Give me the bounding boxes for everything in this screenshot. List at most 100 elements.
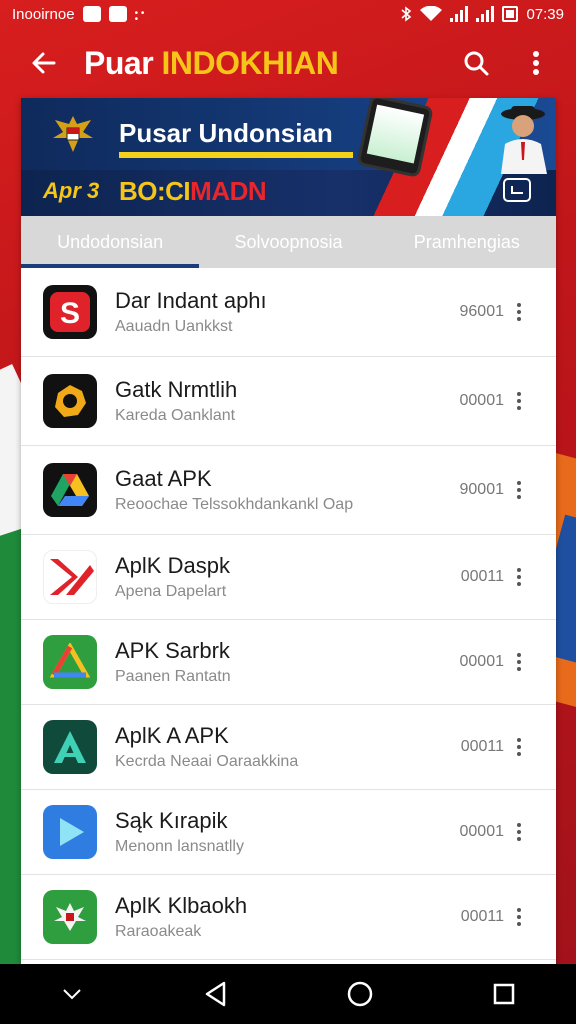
app-subtitle: Kareda Oanklant — [115, 407, 236, 424]
list-item[interactable]: AplK Klbaokh Raraoakeak 00011 — [21, 875, 556, 960]
list-item[interactable]: APK Sarbrk Paanen Rantatn 00001 — [21, 620, 556, 705]
item-more-button[interactable] — [504, 653, 534, 671]
banner-promo-text: BO:CIMADN — [119, 176, 267, 207]
person-illustration-icon — [501, 106, 547, 174]
search-icon — [464, 51, 489, 76]
s-red-icon: S — [43, 285, 97, 339]
garuda-emblem-icon — [53, 116, 93, 152]
wifi-icon — [420, 6, 443, 21]
more-vert-icon — [517, 738, 521, 756]
more-vert-icon — [533, 51, 539, 75]
nav-home-button[interactable] — [335, 969, 385, 1019]
app-bar: Puar INDOKHIAN — [0, 28, 576, 98]
promo-banner[interactable]: Pusar Undonsian Apr 3 BO:CIMADN — [21, 98, 556, 216]
banner-title: Pusar Undonsian — [119, 118, 333, 148]
back-button[interactable] — [20, 39, 68, 87]
gear-gold-icon — [43, 374, 97, 428]
app-subtitle: Reoochae Telssokhdankankl Oap — [115, 496, 354, 513]
triangle-back-icon — [205, 981, 226, 1007]
app-count: 00001 — [459, 653, 505, 670]
more-vert-icon — [517, 908, 521, 926]
hide-keyboard-button[interactable] — [47, 969, 97, 1019]
app-name: Dar Indant aphı — [115, 288, 267, 313]
item-more-button[interactable] — [504, 303, 534, 321]
app-name: Gaat APK — [115, 466, 212, 491]
list-item[interactable]: Gaat APK Reoochae Telssokhdankankl Oap 9… — [21, 446, 556, 535]
green-triangle-icon — [43, 635, 97, 689]
red-chevron-icon — [43, 550, 97, 604]
app-subtitle: Menonn lansnatlly — [115, 838, 244, 855]
carrier-label: Inooirnoe — [12, 5, 75, 23]
tab-solvoopnosia[interactable]: Solvoopnosia — [199, 216, 377, 268]
app-count: 96001 — [459, 303, 505, 320]
more-vert-icon — [517, 823, 521, 841]
status-bar: Inooirnoe • • • 07:39 — [0, 0, 576, 28]
more-vert-icon — [517, 568, 521, 586]
app-notification-icon — [108, 6, 127, 22]
tab-undodonsian[interactable]: Undodonsian — [21, 216, 200, 268]
app-count: 00001 — [459, 392, 505, 409]
more-vert-icon — [517, 303, 521, 321]
bluetooth-icon — [401, 6, 412, 22]
signal-icon — [450, 6, 469, 22]
app-count: 00011 — [460, 908, 504, 925]
more-vert-icon — [517, 481, 521, 499]
app-subtitle: Apena Dapelart — [115, 583, 227, 600]
promo-yellow-text: BO:CI — [119, 176, 191, 206]
app-list: S Dar Indant aphı Aauadn Uankkst 96001 G… — [21, 268, 556, 960]
list-item[interactable]: Sąk Kırapik Menonn lansnatlly 00001 — [21, 790, 556, 875]
list-item[interactable]: Gatk Nrmtlih Kareda Oanklant 00001 — [21, 357, 556, 446]
square-recents-icon — [493, 983, 515, 1005]
battery-icon — [502, 6, 519, 22]
list-item[interactable]: AplK A APK Kecrda Neaai Oaraakkina 00011 — [21, 705, 556, 790]
system-nav-bar — [0, 964, 576, 1024]
garuda-green-icon — [43, 890, 97, 944]
app-name: AplK Klbaokh — [115, 893, 248, 918]
list-item[interactable]: AplK Daspk Apena Dapelart 00011 — [21, 535, 556, 620]
banner-underline — [119, 152, 353, 158]
tab-pramhengias[interactable]: Pramhengias — [378, 216, 556, 268]
app-count: 90001 — [459, 481, 505, 498]
message-notification-icon — [82, 6, 101, 22]
svg-text:S: S — [60, 297, 80, 330]
nav-recents-button[interactable] — [479, 969, 529, 1019]
item-more-button[interactable] — [504, 738, 534, 756]
signal-2-icon — [476, 6, 495, 22]
app-count: 00011 — [460, 568, 504, 585]
teal-a-icon — [43, 720, 97, 774]
app-subtitle: Kecrda Neaai Oaraakkina — [115, 753, 299, 770]
app-name: Sąk Kırapik — [115, 808, 228, 833]
app-name: Gatk Nrmtlih — [115, 377, 238, 402]
nav-back-button[interactable] — [191, 969, 241, 1019]
search-button[interactable] — [456, 43, 496, 83]
chevron-down-icon — [63, 989, 81, 1000]
title-part-white: Puar — [84, 44, 162, 81]
item-more-button[interactable] — [504, 823, 534, 841]
app-count: 00001 — [459, 823, 505, 840]
app-subtitle: Aauadn Uankkst — [115, 318, 233, 335]
item-more-button[interactable] — [504, 908, 534, 926]
circle-home-icon — [347, 981, 373, 1007]
app-name: APK Sarbrk — [115, 638, 230, 663]
app-subtitle: Paanen Rantatn — [115, 668, 231, 685]
more-vert-icon — [517, 653, 521, 671]
play-blue-icon — [43, 805, 97, 859]
banner-expand-icon[interactable] — [503, 178, 531, 202]
overflow-menu-button[interactable] — [516, 43, 556, 83]
app-subtitle: Raraoakeak — [115, 923, 202, 940]
item-more-button[interactable] — [504, 392, 534, 410]
title-part-yellow: INDOKHIAN — [161, 44, 339, 81]
clock: 07:39 — [526, 5, 564, 23]
item-more-button[interactable] — [504, 568, 534, 586]
back-arrow-icon — [32, 52, 56, 74]
list-item[interactable]: S Dar Indant aphı Aauadn Uankkst 96001 — [21, 268, 556, 357]
banner-date-label: Apr 3 — [43, 178, 100, 203]
more-vert-icon — [517, 392, 521, 410]
promo-red-text: MADN — [190, 176, 267, 206]
main-card: Pusar Undonsian Apr 3 BO:CIMADN Undodons… — [21, 98, 556, 964]
more-notifications-icon: • • • — [134, 8, 145, 25]
page-title: Puar INDOKHIAN — [84, 44, 339, 82]
app-name: AplK A APK — [115, 723, 229, 748]
item-more-button[interactable] — [504, 481, 534, 499]
app-count: 00011 — [460, 738, 504, 755]
